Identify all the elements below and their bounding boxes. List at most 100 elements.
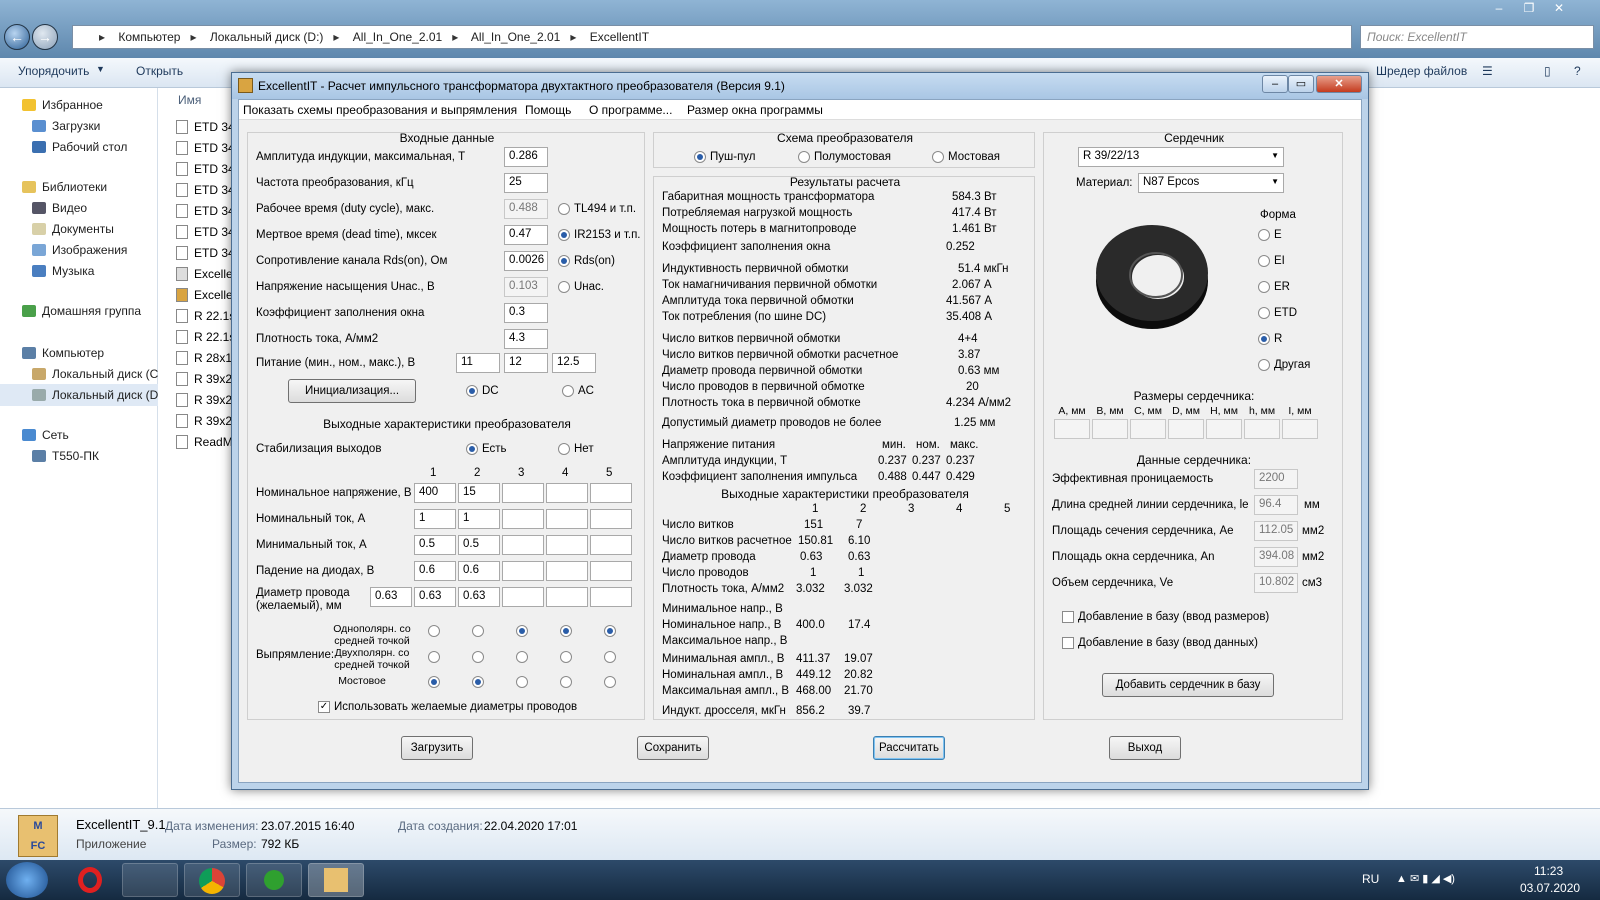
shredder-button[interactable]: Шредер файлов <box>1376 64 1467 78</box>
dim-i-input[interactable] <box>1282 419 1318 439</box>
language-indicator[interactable]: RU <box>1362 872 1379 886</box>
nav-desktop[interactable]: Рабочий стол <box>32 140 127 154</box>
maximize-icon[interactable]: ❐ <box>1514 0 1544 18</box>
rect2-col5[interactable] <box>604 651 616 663</box>
back-button[interactable]: ← <box>4 24 30 50</box>
file-item[interactable]: ETD 34 <box>176 225 235 239</box>
rect3-col3[interactable] <box>516 676 528 688</box>
file-item[interactable]: R 22.1s <box>176 309 235 323</box>
file-item[interactable]: R 39x2 <box>176 393 232 407</box>
ae-input[interactable]: 112.05 <box>1254 521 1298 541</box>
induction-input[interactable]: 0.286 <box>504 147 548 167</box>
calculate-button[interactable]: Рассчитать <box>873 736 945 760</box>
core-model-select[interactable]: R 39/22/13 <box>1078 147 1284 167</box>
duty-cycle-input[interactable]: 0.488 <box>504 199 548 219</box>
breadcrumb-computer[interactable]: Компьютер <box>118 30 180 44</box>
radio-stab-no[interactable] <box>558 443 570 455</box>
frequency-input[interactable]: 25 <box>504 173 548 193</box>
out-current-3[interactable] <box>502 509 544 529</box>
ve-input[interactable]: 10.802 <box>1254 573 1298 593</box>
rds-input[interactable]: 0.0026 <box>504 251 548 271</box>
rect1-col4[interactable] <box>560 625 572 637</box>
clock-time[interactable]: 11:23 <box>1534 864 1563 878</box>
minimize-button[interactable]: ‒ <box>1262 75 1288 93</box>
init-button[interactable]: Инициализация... <box>288 379 416 403</box>
rect3-col4[interactable] <box>560 676 572 688</box>
out-current-1[interactable]: 1 <box>414 509 456 529</box>
radio-tl494[interactable] <box>558 203 570 215</box>
rect1-col5[interactable] <box>604 625 616 637</box>
rect2-col2[interactable] <box>472 651 484 663</box>
rect2-col1[interactable] <box>428 651 440 663</box>
file-item[interactable]: ReadM <box>176 435 233 449</box>
use-wire-checkbox[interactable]: ✓ <box>318 701 330 713</box>
nav-pc[interactable]: T550-ПК <box>32 449 99 463</box>
file-item[interactable]: R 39x2 <box>176 372 232 386</box>
file-item[interactable]: Excelle <box>176 267 233 281</box>
rect3-col5[interactable] <box>604 676 616 688</box>
file-item[interactable]: ETD 34 <box>176 204 235 218</box>
radio-push-pull[interactable] <box>694 151 706 163</box>
app-taskbar-icon[interactable] <box>246 863 302 897</box>
menu-about[interactable]: О программе... <box>589 103 672 117</box>
start-button[interactable] <box>6 862 48 898</box>
view-icon[interactable]: ☰ <box>1482 64 1493 78</box>
out-current-4[interactable] <box>546 509 588 529</box>
maximize-button[interactable]: ▭ <box>1288 75 1314 93</box>
menu-window-size[interactable]: Размер окна программы <box>687 103 823 117</box>
tray-icons[interactable]: ▲ ✉ ▮ ◢ ◀) <box>1396 872 1455 885</box>
diode-drop-2[interactable]: 0.6 <box>458 561 500 581</box>
save-button[interactable]: Сохранить <box>637 736 709 760</box>
dim-a-input[interactable] <box>1054 419 1090 439</box>
dead-time-input[interactable]: 0.47 <box>504 225 548 245</box>
out-voltage-4[interactable] <box>546 483 588 503</box>
open-button[interactable]: Открыть <box>136 64 183 78</box>
current-density-input[interactable]: 4.3 <box>504 329 548 349</box>
nav-disk-d[interactable]: Локальный диск (D <box>0 384 158 406</box>
min-current-5[interactable] <box>590 535 632 555</box>
menu-schemes[interactable]: Показать схемы преобразования и выпрямле… <box>243 103 517 117</box>
usat-input[interactable]: 0.103 <box>504 277 548 297</box>
nav-disk-c[interactable]: Локальный диск (C <box>32 367 158 381</box>
dim-h-input[interactable] <box>1206 419 1242 439</box>
radio-dc[interactable] <box>466 385 478 397</box>
wire-diam-6[interactable] <box>590 587 632 607</box>
radio-shape-r[interactable] <box>1258 333 1270 345</box>
file-item[interactable]: R 28x1 <box>176 351 232 365</box>
wire-diam-1[interactable]: 0.63 <box>370 587 412 607</box>
breadcrumb-disk-d[interactable]: Локальный диск (D:) <box>210 30 324 44</box>
nav-downloads[interactable]: Загрузки <box>32 119 100 133</box>
radio-bridge[interactable] <box>932 151 944 163</box>
permeability-input[interactable]: 2200 <box>1254 469 1298 489</box>
min-current-1[interactable]: 0.5 <box>414 535 456 555</box>
radio-rds[interactable] <box>558 255 570 267</box>
supply-nom-input[interactable]: 12 <box>504 353 548 373</box>
le-input[interactable]: 96.4 <box>1254 495 1298 515</box>
explorer-taskbar-icon[interactable] <box>122 863 178 897</box>
diode-drop-5[interactable] <box>590 561 632 581</box>
breadcrumb-allinone[interactable]: All_In_One_2.01 <box>353 30 442 44</box>
load-button[interactable]: Загрузить <box>401 736 473 760</box>
window-fill-input[interactable]: 0.3 <box>504 303 548 323</box>
add-core-button[interactable]: Добавить сердечник в базу <box>1102 673 1274 697</box>
wire-diam-3[interactable]: 0.63 <box>458 587 500 607</box>
opera-icon[interactable] <box>62 863 118 897</box>
out-voltage-5[interactable] <box>590 483 632 503</box>
file-item[interactable]: Excelle <box>176 288 233 302</box>
column-name[interactable]: Имя <box>178 93 201 107</box>
wire-diam-4[interactable] <box>502 587 544 607</box>
radio-shape-ei[interactable] <box>1258 255 1270 267</box>
out-voltage-2[interactable]: 15 <box>458 483 500 503</box>
menu-help[interactable]: Помощь <box>525 103 571 117</box>
diode-drop-3[interactable] <box>502 561 544 581</box>
wire-diam-2[interactable]: 0.63 <box>414 587 456 607</box>
rect2-col3[interactable] <box>516 651 528 663</box>
rect3-col1[interactable] <box>428 676 440 688</box>
radio-half-bridge[interactable] <box>798 151 810 163</box>
address-bar[interactable]: ▸ Компьютер ▸ Локальный диск (D:) ▸ All_In… <box>72 25 1352 49</box>
organize-button[interactable]: Упорядочить <box>18 64 89 78</box>
file-item[interactable]: ETD 34 <box>176 120 235 134</box>
rect1-col3[interactable] <box>516 625 528 637</box>
nav-documents[interactable]: Документы <box>32 222 114 236</box>
nav-network[interactable]: Сеть <box>22 428 69 442</box>
